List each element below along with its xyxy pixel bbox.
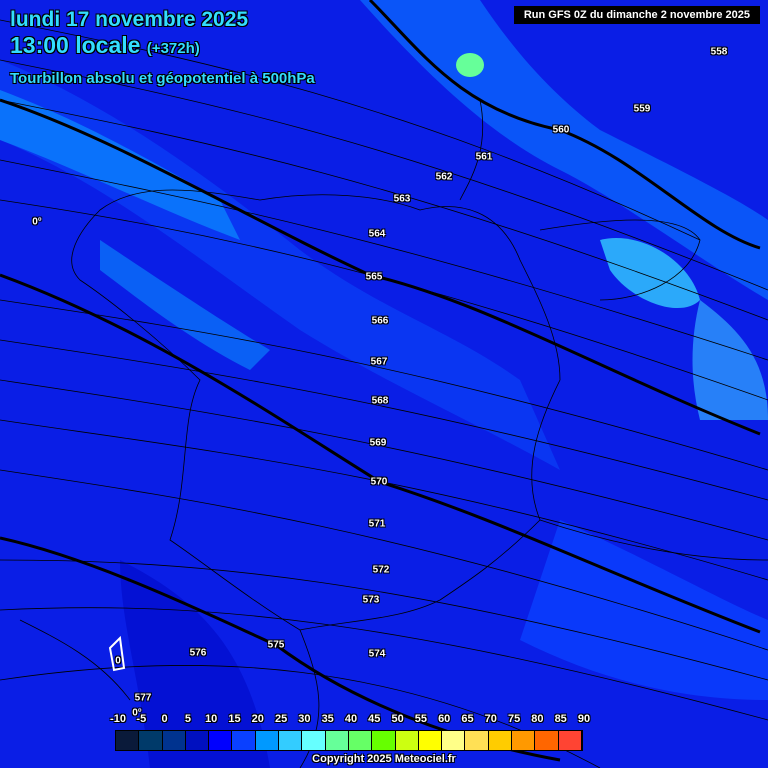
legend-swatch [465,731,489,750]
contour-label: 572 [372,564,390,576]
color-legend [115,730,583,751]
legend-tick: 60 [438,713,451,725]
legend-tick: 50 [391,713,404,725]
contour-label: 576 [189,647,207,659]
legend-tick: 80 [531,713,544,725]
contour-label: 575 [267,639,285,651]
legend-swatch [348,731,373,750]
legend-tick: 40 [344,713,358,725]
contour-label: 562 [435,171,453,183]
legend-swatch [488,731,513,750]
contour-label: 564 [368,228,386,240]
legend-tick: 35 [321,713,334,725]
legend-tick: 20 [251,713,264,725]
legend-tick: 45 [368,713,381,725]
legend-swatch [418,731,443,750]
legend-swatch [372,731,396,750]
contour-label: 571 [368,518,386,530]
vorticity-max [456,53,484,77]
contour-label: 567 [370,356,388,368]
contour-label: 569 [369,437,387,449]
legend-tick: 55 [414,713,428,725]
legend-tick: 15 [228,713,241,725]
legend-tick: -10 [110,713,126,725]
legend-tick: 65 [461,713,474,725]
legend-swatch [558,731,582,750]
legend-swatch [116,731,140,750]
legend-swatch [442,731,466,750]
legend-tick: 25 [274,713,288,725]
contour-label: 558 [710,46,728,58]
legend-tick: 85 [554,713,567,725]
legend-tick: 90 [577,713,591,725]
contour-label: 573 [362,594,380,606]
contour-label: 560 [552,124,570,136]
island-value-label: 0 [115,655,121,667]
contour-label: 570 [370,476,388,488]
local-time: 13:00 locale [10,32,141,58]
contour-label: 561 [475,151,493,163]
legend-tick: 0 [161,713,168,725]
meridian-label: 0° [32,216,42,228]
legend-swatch [162,731,186,750]
legend-tick: 10 [205,713,218,725]
contour-label: 563 [393,193,411,205]
legend-swatch [279,731,303,750]
legend-tick: -5 [136,713,147,725]
contour-label: 568 [371,395,389,407]
legend-swatch [512,731,536,750]
legend-swatch [325,731,349,750]
contour-label: 577 [134,692,152,704]
contour-label: 574 [368,648,386,660]
run-info: Run GFS 0Z du dimanche 2 novembre 2025 [513,6,760,24]
legend-swatch [535,731,559,750]
legend-swatch [139,731,163,750]
legend-tick: 70 [484,713,497,725]
legend-tick: 30 [298,713,311,725]
legend-swatch [255,731,280,750]
legend-swatch [395,731,419,750]
legend-ticks: -10 -5 0 5 10 15 20 25 30 35 40 45 50 55 60 65 70 75 80 85 9… [108,713,668,727]
legend-swatch [209,731,233,750]
legend-tick: 75 [507,713,521,725]
legend-tick: 5 [184,713,191,725]
legend-swatch [232,731,256,750]
contour-label: 566 [371,315,389,327]
legend-swatch [185,731,210,750]
forecast-time: 13:00 locale (+372h) [10,32,200,59]
contour-label: 565 [365,271,383,283]
legend-swatch [302,731,326,750]
weather-map: lundi 17 novembre 2025 13:00 locale (+37… [0,0,768,768]
copyright: Copyright 2025 Meteociel.fr [312,753,456,765]
contour-label: 559 [633,103,651,115]
lead-time: (+372h) [146,40,200,57]
forecast-date: lundi 17 novembre 2025 [10,8,249,31]
parameter-title: Tourbillon absolu et géopotentiel à 500h… [10,70,315,87]
